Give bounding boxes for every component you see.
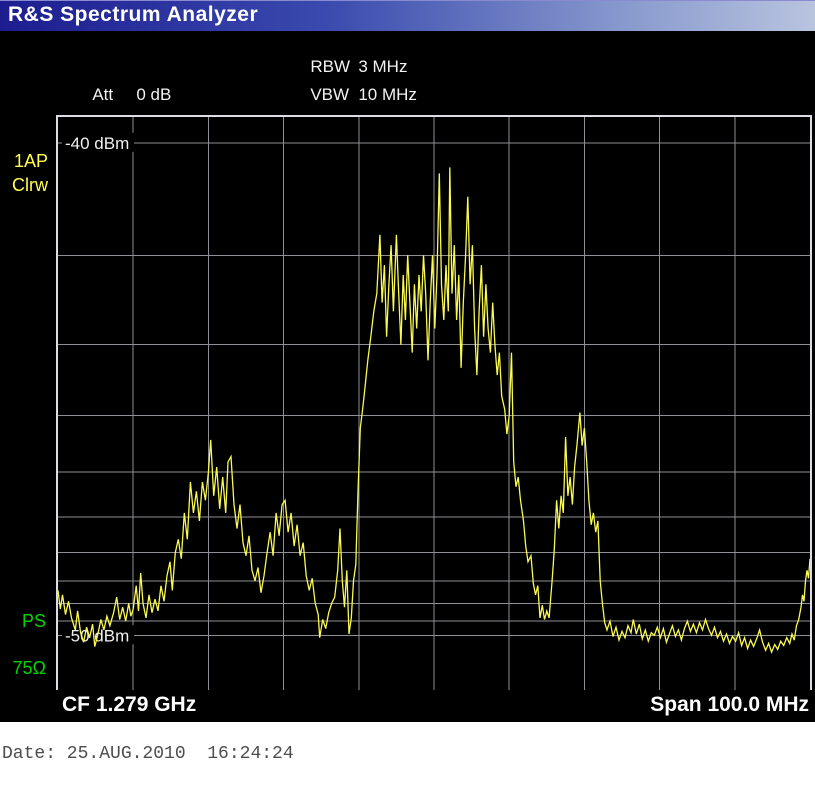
title-bar: R&S Spectrum Analyzer (0, 0, 815, 31)
trace-detector-tag: 1AP (0, 151, 48, 172)
preamp-status-tag: PS (0, 611, 46, 632)
spectrum-plot: -40 dBm-50 dBm (58, 117, 810, 690)
trace-mode-tag: Clrw (0, 175, 48, 196)
app-title: R&S Spectrum Analyzer (8, 3, 258, 27)
svg-text:-40 dBm: -40 dBm (65, 134, 129, 153)
measurement-diagram: -40 dBm-50 dBm (56, 115, 812, 692)
footer-bar: CF 1.279 GHz Span 100.0 MHz (0, 690, 815, 722)
span-readout: Span 100.0 MHz (650, 693, 809, 717)
center-frequency-readout: CF 1.279 GHz (62, 693, 196, 717)
analyzer-screen: R&S Spectrum Analyzer RBW3 MHz Att0 dB V… (0, 0, 815, 722)
date-timestamp: Date: 25.AUG.2010 16:24:24 (2, 744, 294, 764)
impedance-status-tag: 75Ω (0, 658, 46, 679)
